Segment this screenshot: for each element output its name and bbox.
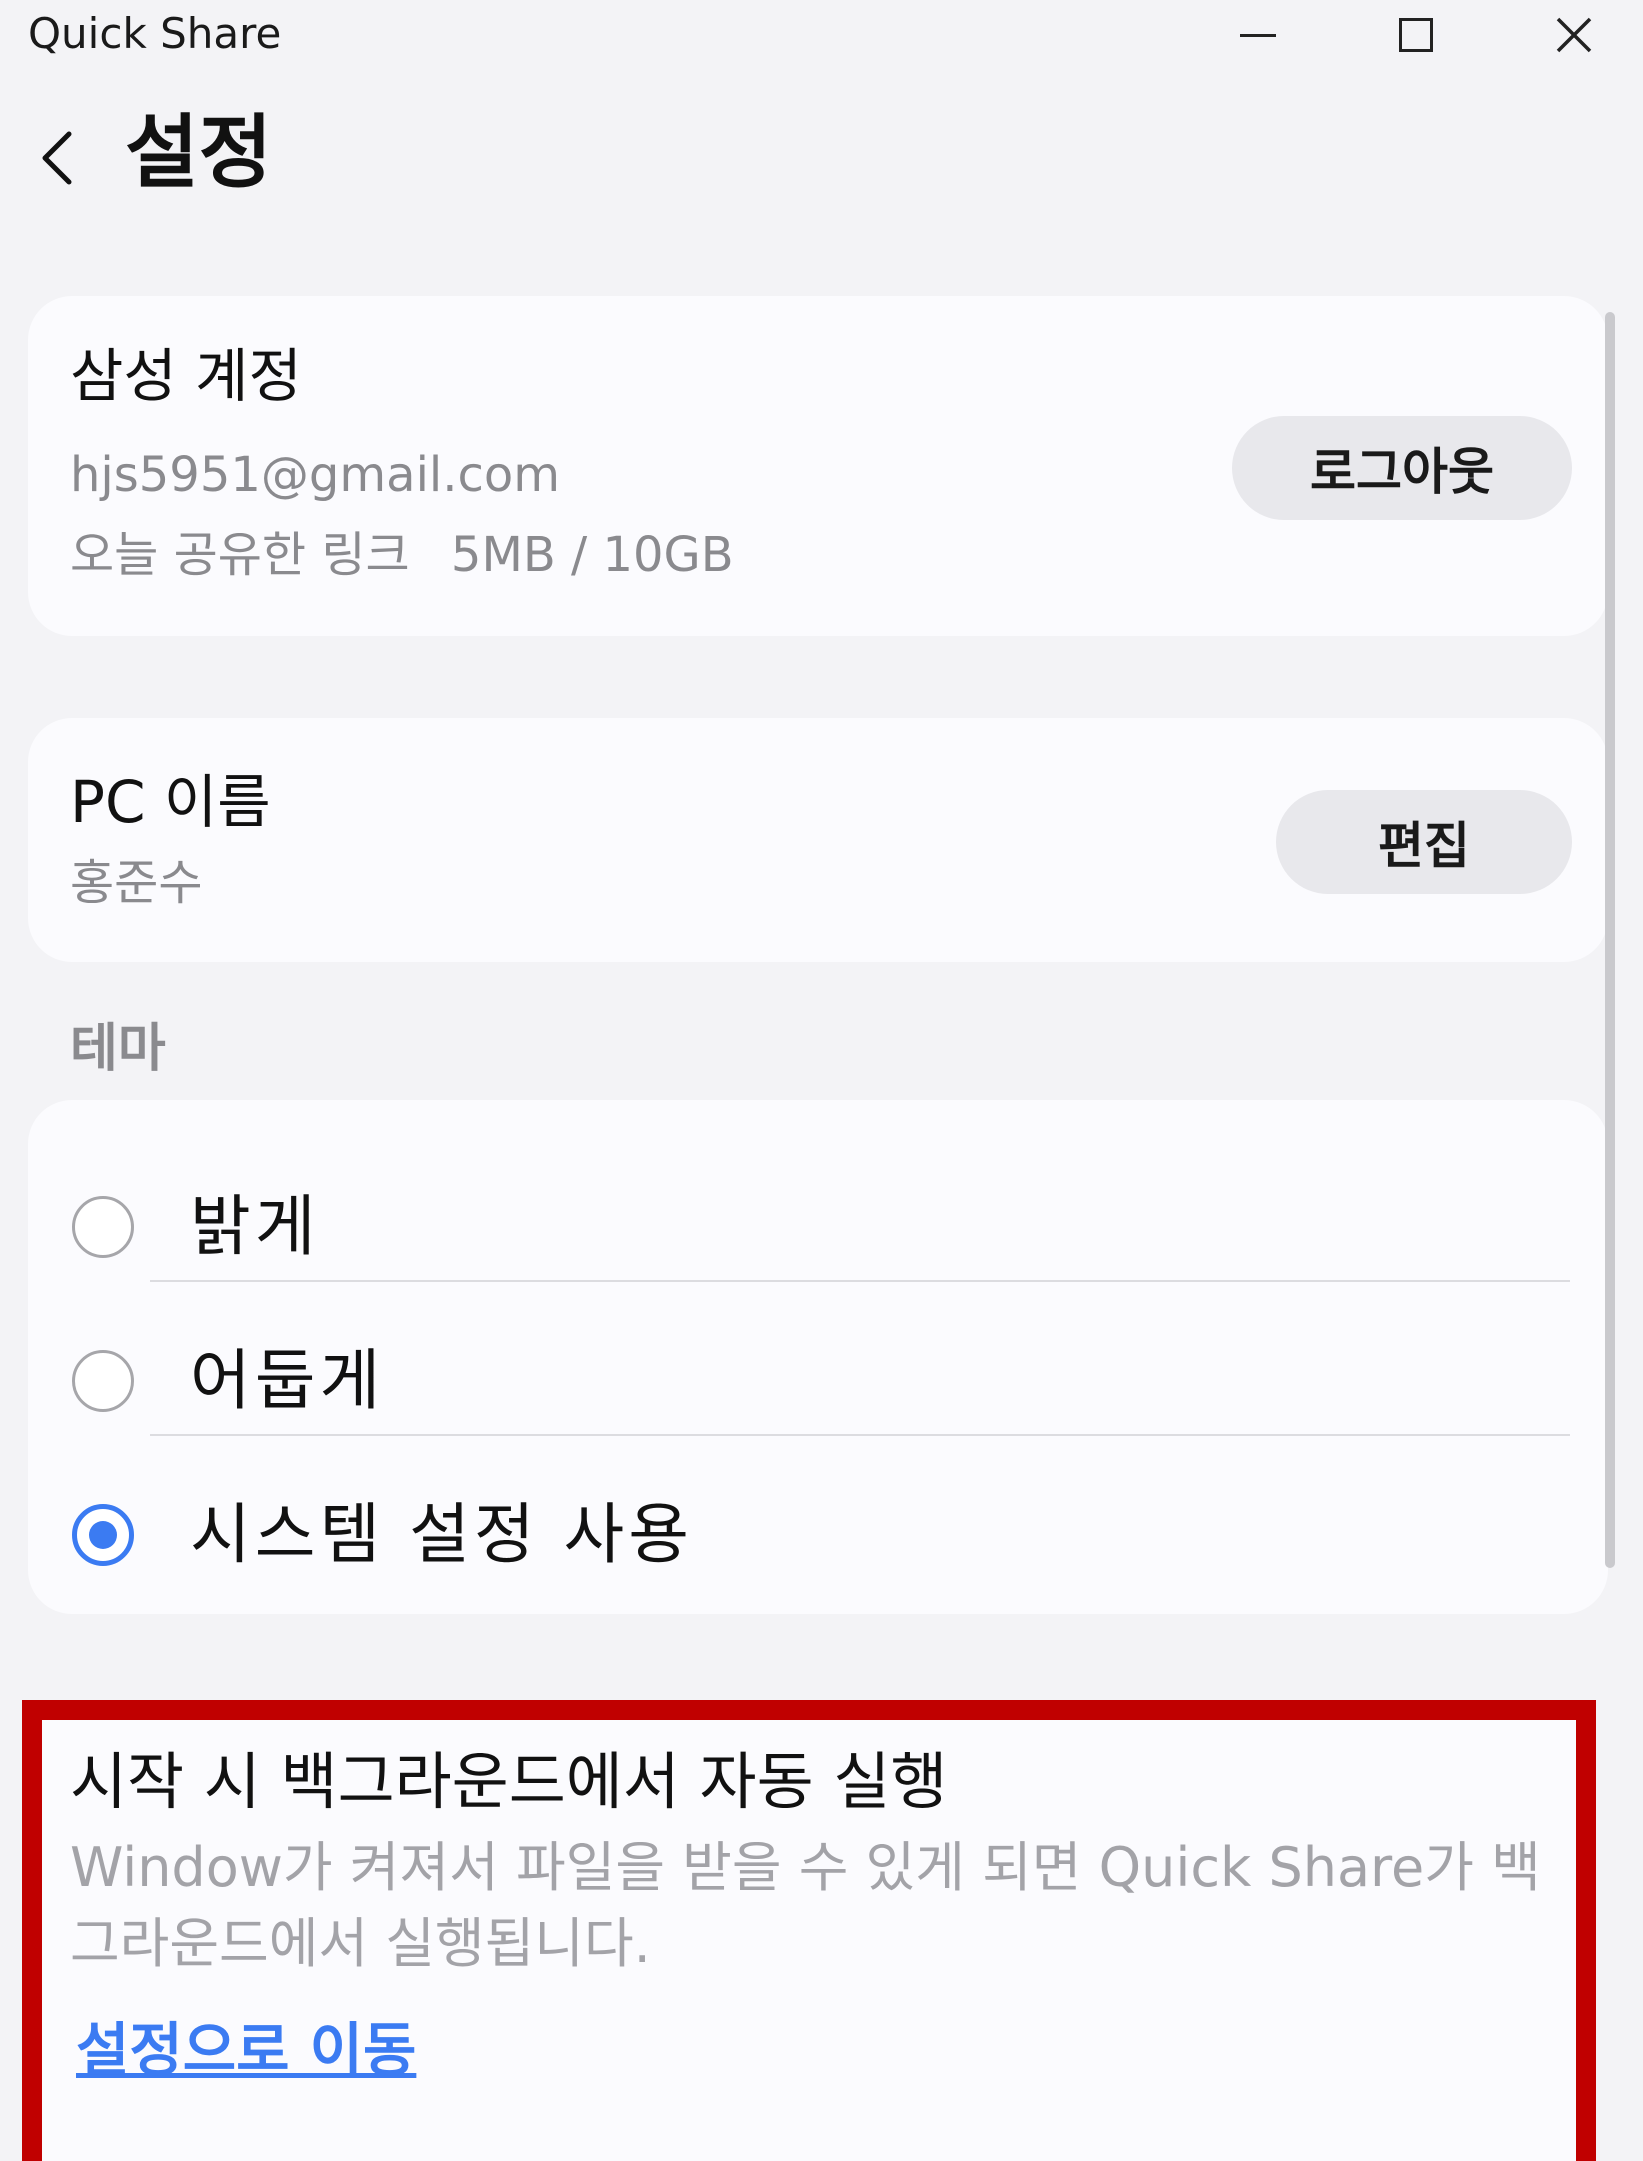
pc-name-card: PC 이름 홍준수 편집: [28, 718, 1608, 962]
divider: [150, 1434, 1570, 1436]
radio-selected-icon[interactable]: [72, 1504, 134, 1566]
theme-option-label: 밝게: [190, 1188, 320, 1265]
close-button[interactable]: [1524, 0, 1624, 70]
autostart-description: Window가 켜져서 파일을 받을 수 있게 되면 Quick Share가 …: [70, 1836, 1541, 1975]
theme-card: 밝게 어둡게 시스템 설정 사용: [28, 1100, 1608, 1614]
radio-icon[interactable]: [72, 1196, 134, 1258]
go-to-settings-link[interactable]: 설정으로 이동: [76, 2010, 416, 2090]
account-title: 삼성 계정: [70, 342, 302, 410]
divider: [150, 1280, 1570, 1282]
minimize-button[interactable]: [1208, 0, 1308, 70]
shared-link-usage-value: 5MB / 10GB: [450, 527, 734, 583]
pc-name-title: PC 이름: [70, 768, 271, 836]
edit-pc-name-button[interactable]: 편집: [1276, 790, 1572, 894]
minimize-icon: [1240, 33, 1276, 37]
maximize-button[interactable]: [1366, 0, 1466, 70]
radio-icon[interactable]: [72, 1350, 134, 1412]
account-email: hjs5951@gmail.com: [70, 447, 561, 503]
close-icon: [1556, 17, 1592, 53]
quick-share-settings-window: Quick Share 설정 삼성 계정 hjs5951@gmail.com 오…: [0, 0, 1643, 2161]
samsung-account-card: 삼성 계정 hjs5951@gmail.com 오늘 공유한 링크 5MB / …: [28, 296, 1608, 636]
theme-section-label: 테마: [70, 1019, 166, 1079]
logout-button[interactable]: 로그아웃: [1232, 416, 1572, 520]
theme-option-label: 시스템 설정 사용: [190, 1496, 693, 1573]
page-title: 설정: [125, 106, 273, 199]
app-title: Quick Share: [28, 9, 282, 58]
chevron-left-icon: [42, 131, 72, 185]
theme-option-label: 어둡게: [190, 1342, 385, 1419]
maximize-icon: [1399, 18, 1433, 52]
pc-name-value: 홍준수: [70, 855, 203, 911]
theme-option-system[interactable]: 시스템 설정 사용: [28, 1460, 1608, 1610]
autostart-title: 시작 시 백그라운드에서 자동 실행: [70, 1745, 948, 1818]
back-button[interactable]: [24, 118, 90, 198]
scrollbar[interactable]: [1605, 312, 1615, 1568]
shared-link-usage-label: 오늘 공유한 링크: [70, 527, 410, 583]
shared-link-usage: 오늘 공유한 링크 5MB / 10GB: [70, 522, 734, 588]
autostart-card: 시작 시 백그라운드에서 자동 실행 Window가 켜져서 파일을 받을 수 …: [42, 1720, 1576, 2161]
